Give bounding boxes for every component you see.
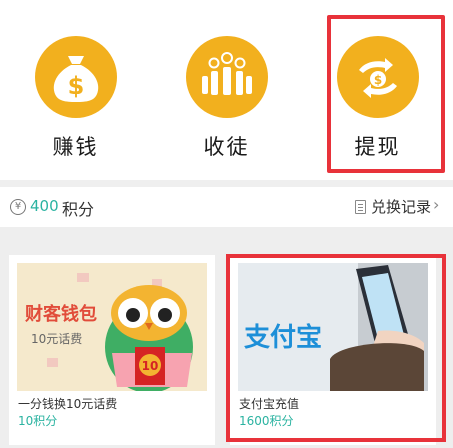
money-bag-icon: $ xyxy=(34,36,117,118)
points-unit: 积分 xyxy=(62,200,95,219)
points-bar: ¥ 400 积分 兑换记录 › xyxy=(0,187,453,227)
recruit-apprentice-button[interactable]: 收徒 xyxy=(151,0,302,180)
recruit-apprentice-label: 收徒 xyxy=(203,135,250,159)
product-price: 10积分 xyxy=(18,414,58,428)
earn-money-label: 赚钱 xyxy=(52,135,99,159)
owl-mascot-icon: 10 xyxy=(105,285,193,391)
product-image: 财客钱包 10元话费 10 xyxy=(17,263,207,391)
points-balance: 400 xyxy=(30,197,59,215)
earn-money-button[interactable]: $ 赚钱 xyxy=(0,0,151,180)
exchange-history-label: 兑换记录 xyxy=(371,198,432,216)
alipay-highlight-frame xyxy=(226,254,446,442)
section-divider xyxy=(0,227,453,237)
section-divider xyxy=(0,180,453,187)
banner-subtitle: 10元话费 xyxy=(31,332,82,346)
product-card-phone-credit[interactable]: 财客钱包 10元话费 10 一分钱换10元话费 10积分 xyxy=(9,255,215,445)
coin-icon: ¥ xyxy=(10,199,26,215)
badge-value: 10 xyxy=(142,359,159,373)
banner-title: 财客钱包 xyxy=(25,303,97,325)
people-money-icon xyxy=(185,36,268,118)
record-icon xyxy=(355,200,366,214)
product-name: 一分钱换10元话费 xyxy=(18,397,118,411)
feature-row: $ 赚钱 收徒 $ 提现 xyxy=(0,0,453,180)
svg-text:$: $ xyxy=(67,72,84,100)
withdraw-highlight-frame xyxy=(327,15,445,173)
chevron-right-icon: › xyxy=(433,195,440,214)
